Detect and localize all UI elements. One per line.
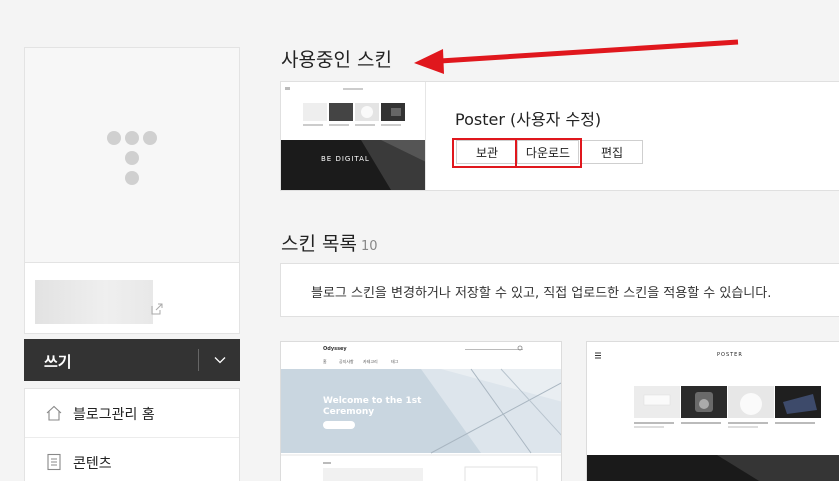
chevron-down-icon: [214, 357, 225, 364]
skin-card-poster[interactable]: POSTER: [586, 341, 839, 481]
odyssey-nav-item: 홈: [323, 359, 327, 364]
annotation-box-keep: [452, 138, 517, 168]
odyssey-nav-item: 태그: [391, 359, 399, 364]
current-skin-thumbnail[interactable]: BE DIGITAL: [281, 82, 426, 190]
profile-card: [24, 47, 240, 334]
odyssey-nav-item: 공지사항: [339, 359, 354, 364]
sidebar-item-contents[interactable]: 콘텐츠: [25, 437, 239, 481]
sidebar-item-blog-home[interactable]: 블로그관리 홈: [25, 389, 239, 437]
skin-name: Poster (사용자 수정): [455, 110, 602, 129]
write-dropdown-toggle[interactable]: [199, 339, 240, 381]
poster-skin-preview-large: [587, 342, 839, 481]
odyssey-nav-item: 카테고리: [363, 359, 378, 364]
thumbnail-tagline: BE DIGITAL: [321, 155, 370, 163]
current-skin-card: BE DIGITAL Poster (사용자 수정) 보관 다운로드 편집: [280, 81, 839, 191]
external-link-icon[interactable]: [150, 302, 164, 316]
odyssey-hero-text: Welcome to the 1st Ceremony: [323, 396, 422, 417]
annotation-box-download: [515, 138, 582, 168]
document-icon: [47, 453, 61, 471]
skin-info-box: 블로그 스킨을 변경하거나 저장할 수 있고, 직접 업로드한 스킨을 적용할 …: [280, 263, 839, 317]
blog-name-redacted: [35, 280, 153, 324]
odyssey-brand: Odyssey: [323, 346, 347, 352]
blog-logo-area: [25, 48, 239, 263]
edit-button[interactable]: 편집: [581, 140, 643, 164]
write-bar[interactable]: 쓰기: [24, 339, 240, 381]
skin-count: 10: [360, 239, 378, 254]
skin-card-odyssey[interactable]: Odyssey 홈 공지사항 카테고리 태그 Welcome to the 1s…: [280, 341, 562, 481]
write-button-label[interactable]: 쓰기: [44, 351, 72, 372]
current-skin-title: 사용중인 스킨: [281, 49, 392, 71]
admin-menu: 블로그관리 홈 콘텐츠: [24, 388, 240, 481]
skin-info-text: 블로그 스킨을 변경하거나 저장할 수 있고, 직접 업로드한 스킨을 적용할 …: [311, 286, 772, 301]
home-icon: [46, 405, 62, 421]
sidebar-item-label: 콘텐츠: [73, 456, 112, 472]
poster-brand: POSTER: [717, 352, 743, 358]
sidebar-item-label: 블로그관리 홈: [73, 407, 155, 423]
skin-list-title: 스킨 목록 10: [281, 233, 378, 255]
poster-skin-preview: [281, 82, 425, 190]
